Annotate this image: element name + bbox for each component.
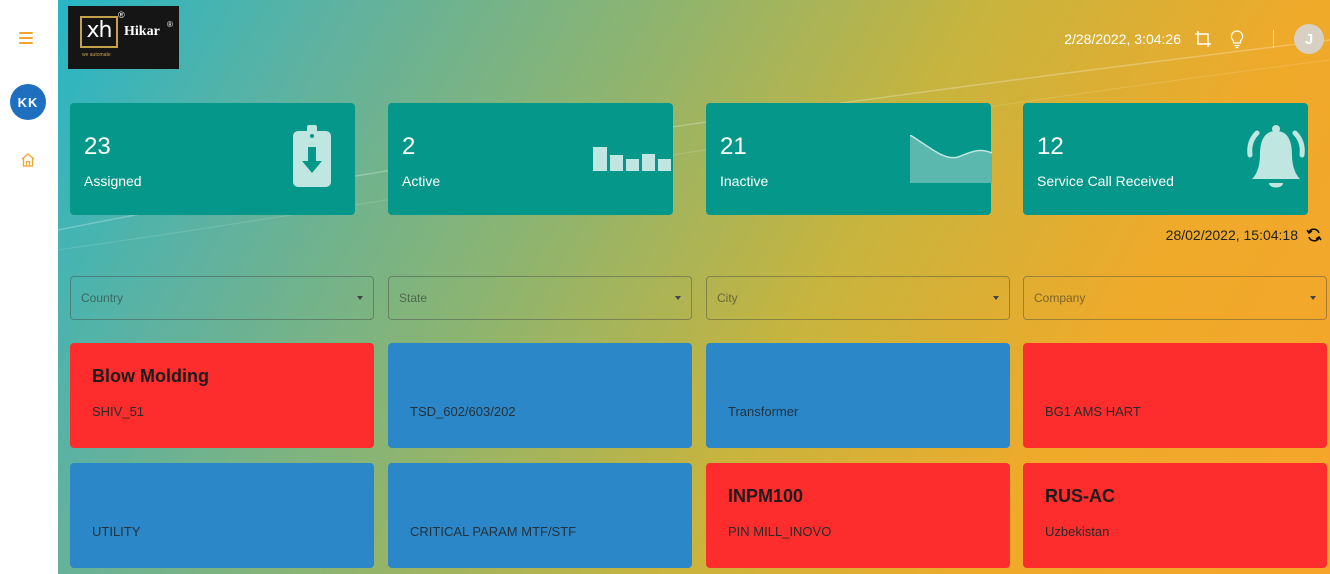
machine-subtitle: CRITICAL PARAM MTF/STF (410, 524, 577, 539)
area-chart-icon (910, 135, 992, 183)
machine-subtitle: Uzbekistan (1045, 524, 1110, 539)
logo-monogram: xh (80, 16, 118, 48)
clipboard-download-icon (293, 125, 331, 187)
stat-value: 2 (402, 133, 416, 160)
logo-name: Hikar (124, 24, 160, 39)
machine-card[interactable]: CRITICAL PARAM MTF/STF (388, 463, 692, 568)
bar-chart-icon (593, 147, 671, 171)
refresh-icon[interactable] (1306, 227, 1322, 243)
last-refresh-row: 28/02/2022, 15:04:18 (1166, 227, 1322, 243)
header-separator (1273, 30, 1274, 48)
stat-value: 23 (84, 133, 111, 160)
dashboard-main: xh ® Hikar ® we automate 2/28/2022, 3:04… (58, 0, 1330, 574)
stat-label: Service Call Received (1037, 173, 1174, 189)
stat-card-service-calls[interactable]: 12 Service Call Received (1023, 103, 1308, 215)
dropdown-placeholder: State (399, 291, 428, 305)
stat-value: 21 (720, 133, 747, 160)
stat-value: 12 (1037, 133, 1064, 160)
machine-subtitle: SHIV_51 (92, 404, 145, 419)
state-dropdown[interactable]: State (388, 276, 692, 320)
crop-icon[interactable] (1193, 29, 1213, 49)
stat-card-assigned[interactable]: 23 Assigned (70, 103, 355, 215)
hamburger-menu-icon[interactable] (19, 32, 33, 44)
dropdown-placeholder: Country (81, 291, 124, 305)
machine-card[interactable]: BG1 AMS HART (1023, 343, 1327, 448)
stat-label: Assigned (84, 173, 142, 189)
machine-card[interactable]: RUS-AC Uzbekistan (1023, 463, 1327, 568)
machine-title: INPM100 (728, 486, 804, 506)
caret-down-icon (675, 296, 681, 300)
profile-avatar[interactable]: J (1294, 24, 1324, 54)
machine-card[interactable]: UTILITY (70, 463, 374, 568)
home-icon[interactable] (20, 152, 36, 168)
lightbulb-icon[interactable] (1227, 29, 1247, 49)
machine-card[interactable]: Transformer (706, 343, 1010, 448)
caret-down-icon (1310, 296, 1316, 300)
caret-down-icon (993, 296, 999, 300)
last-refresh-time: 28/02/2022, 15:04:18 (1165, 227, 1298, 243)
current-datetime: 2/28/2022, 3:04:26 (1064, 31, 1181, 47)
user-avatar[interactable]: KK (10, 84, 46, 120)
stat-card-active[interactable]: 2 Active (388, 103, 673, 215)
machine-title: RUS-AC (1045, 486, 1115, 506)
stat-card-inactive[interactable]: 21 Inactive (706, 103, 992, 215)
machine-subtitle: BG1 AMS HART (1045, 404, 1141, 419)
machine-subtitle: TSD_602/603/202 (410, 404, 516, 419)
city-dropdown[interactable]: City (706, 276, 1010, 320)
stat-label: Inactive (720, 173, 769, 189)
machine-title: Blow Molding (92, 366, 209, 386)
header-toolbar: 2/28/2022, 3:04:26 J (1064, 24, 1330, 54)
logo-tagline: we automate (82, 52, 111, 58)
company-logo: xh ® Hikar ® we automate (68, 6, 179, 69)
machine-subtitle: Transformer (728, 404, 799, 419)
caret-down-icon (357, 296, 363, 300)
machine-subtitle: PIN MILL_INOVO (728, 524, 832, 539)
stat-label: Active (402, 173, 441, 189)
dropdown-placeholder: City (717, 291, 738, 305)
machine-subtitle: UTILITY (92, 524, 141, 539)
machine-card[interactable]: INPM100 PIN MILL_INOVO (706, 463, 1010, 568)
country-dropdown[interactable]: Country (70, 276, 374, 320)
company-dropdown[interactable]: Company (1023, 276, 1327, 320)
dropdown-placeholder: Company (1034, 291, 1086, 305)
bell-icon (1247, 125, 1305, 188)
machine-card[interactable]: Blow Molding SHIV_51 (70, 343, 374, 448)
machine-card[interactable]: TSD_602/603/202 (388, 343, 692, 448)
sidebar: KK (0, 0, 58, 574)
